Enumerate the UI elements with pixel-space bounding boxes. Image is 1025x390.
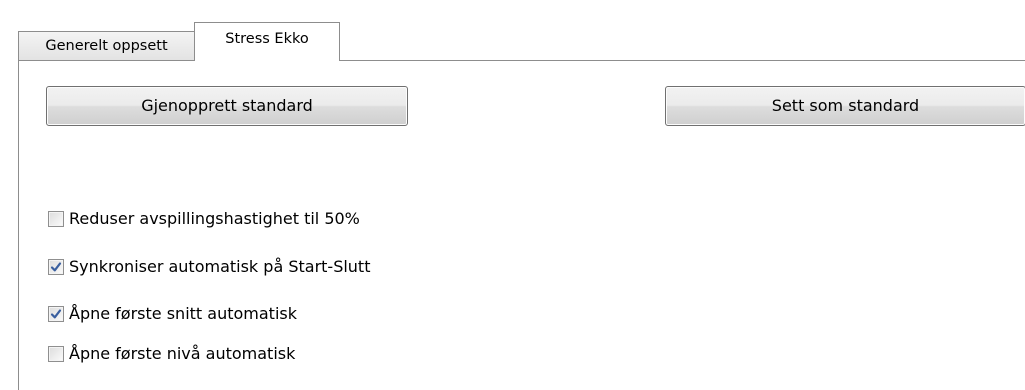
checkbox-label: Reduser avspillingshastighet til 50%	[69, 209, 360, 228]
option-open-first-level[interactable]: Åpne første nivå automatisk	[48, 343, 295, 365]
tab-strip: Generelt oppsett Stress Ekko	[0, 0, 1025, 61]
checkbox-label: Åpne første snitt automatisk	[69, 304, 297, 323]
checkbox-sync-start-end[interactable]	[48, 259, 64, 275]
checkbox-open-first-section[interactable]	[48, 306, 64, 322]
restore-defaults-button[interactable]: Gjenopprett standard	[46, 86, 408, 126]
set-as-default-button[interactable]: Sett som standard	[665, 86, 1025, 126]
checkbox-label: Synkroniser automatisk på Start-Slutt	[69, 257, 371, 276]
checkmark-icon	[50, 262, 62, 272]
tab-generelt-oppsett[interactable]: Generelt oppsett	[18, 31, 194, 60]
option-reduce-playback-speed[interactable]: Reduser avspillingshastighet til 50%	[48, 208, 360, 230]
checkbox-label: Åpne første nivå automatisk	[69, 344, 296, 363]
checkbox-reduce-playback-speed[interactable]	[48, 211, 64, 227]
checkmark-icon	[50, 309, 62, 319]
option-sync-start-end[interactable]: Synkroniser automatisk på Start-Slutt	[48, 256, 370, 278]
checkbox-open-first-level[interactable]	[48, 346, 64, 362]
option-open-first-section[interactable]: Åpne første snitt automatisk	[48, 303, 297, 325]
tab-stress-ekko[interactable]: Stress Ekko	[194, 22, 340, 61]
tab-panel-stress-ekko: Gjenopprett standard Sett som standard R…	[18, 60, 1025, 390]
